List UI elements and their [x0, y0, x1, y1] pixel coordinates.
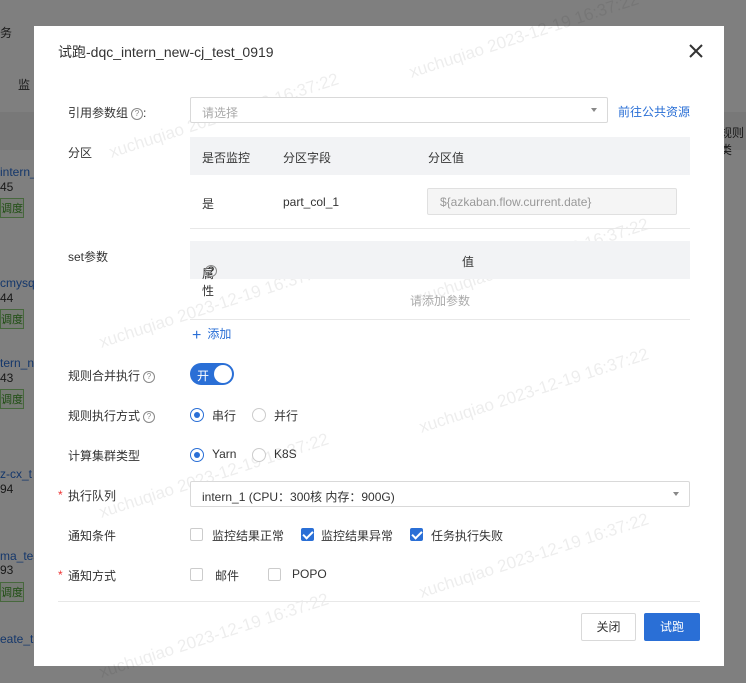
cluster-k8s-radio[interactable]	[252, 448, 266, 462]
set-params-table-divider	[190, 319, 690, 320]
watermark: xuchuqiao 2023-12-19 16:37:22	[416, 509, 651, 602]
merge-exec-toggle-text: 开	[197, 369, 210, 383]
partition-header-field: 分区字段	[283, 151, 332, 165]
queue-select[interactable]: intern_1 (CPU：300核 内存：900G)	[190, 481, 690, 507]
toggle-knob	[214, 365, 232, 383]
chevron-down-icon	[673, 492, 679, 496]
public-resource-link[interactable]: 前往公共资源	[618, 103, 690, 120]
required-marker: *	[58, 488, 63, 502]
merge-exec-label-text: 规则合并执行	[68, 369, 141, 383]
close-button[interactable]: 关闭	[581, 613, 636, 641]
cluster-yarn-radio[interactable]	[190, 448, 204, 462]
queue-label: 执行队列	[68, 489, 117, 503]
partition-value-input: ${azkaban.flow.current.date}	[427, 188, 677, 215]
notify-normal-label[interactable]: 监控结果正常	[212, 527, 284, 544]
set-params-label: set参数	[68, 250, 109, 264]
help-icon[interactable]: ?	[131, 108, 144, 120]
exec-mode-label: 规则执行方式?	[68, 407, 156, 424]
notify-normal-checkbox[interactable]	[190, 528, 203, 541]
plus-icon: +	[192, 327, 202, 344]
watermark: xuchuqiao 2023-12-19 16:37:22	[416, 344, 651, 437]
notify-method-label: 通知方式	[68, 569, 117, 583]
chevron-down-icon	[591, 108, 597, 112]
partition-header-monitor: 是否监控	[202, 151, 251, 165]
help-icon[interactable]: ?	[143, 371, 156, 383]
exec-mode-parallel-radio[interactable]	[252, 408, 266, 422]
partition-monitor-cell: 是	[202, 197, 215, 211]
required-marker: *	[58, 568, 63, 582]
set-params-header-value: 值	[462, 255, 475, 269]
help-icon[interactable]: ?	[205, 265, 217, 277]
notify-abnormal-label[interactable]: 监控结果异常	[321, 527, 393, 544]
partition-table-header: 是否监控 分区字段 分区值	[190, 137, 690, 175]
merge-exec-label: 规则合并执行?	[68, 367, 156, 384]
notify-popo-checkbox[interactable]	[268, 568, 281, 581]
notify-failed-label[interactable]: 任务执行失败	[431, 527, 503, 544]
merge-exec-toggle[interactable]: 开	[190, 363, 234, 385]
queue-value: intern_1 (CPU：300核 内存：900G)	[202, 490, 395, 504]
param-group-label-text: 引用参数组	[68, 106, 129, 120]
dialog-title: 试跑-dqc_intern_new-cj_test_0919	[58, 44, 274, 60]
partition-field-cell: part_col_1	[283, 195, 340, 209]
set-params-empty-text: 请添加参数	[410, 294, 471, 308]
close-icon[interactable]	[684, 39, 708, 63]
partition-value-text: ${azkaban.flow.current.date}	[440, 195, 592, 209]
exec-mode-parallel-label[interactable]: 并行	[274, 407, 298, 424]
trial-run-dialog: 试跑-dqc_intern_new-cj_test_0919 xuchuqiao…	[34, 0, 724, 682]
notify-failed-checkbox[interactable]	[410, 528, 423, 541]
watermark: xuchuqiao 2023-12-19 16:37:22	[96, 429, 331, 522]
notify-email-checkbox[interactable]	[190, 568, 203, 581]
partition-label: 分区	[68, 146, 93, 160]
param-group-colon: :	[143, 106, 147, 120]
param-group-label: 引用参数组?:	[68, 104, 146, 121]
footer-divider	[58, 601, 700, 602]
trial-run-button[interactable]: 试跑	[644, 613, 700, 641]
exec-mode-serial-radio[interactable]	[190, 408, 204, 422]
cluster-k8s-label[interactable]: K8S	[274, 447, 297, 461]
partition-table-divider	[190, 228, 690, 229]
exec-mode-label-text: 规则执行方式	[68, 409, 141, 423]
notify-email-label[interactable]: 邮件	[215, 567, 239, 584]
cluster-type-label: 计算集群类型	[68, 449, 141, 463]
watermark: xuchuqiao 2023-12-19 16:37:22	[96, 589, 331, 682]
help-icon[interactable]: ?	[143, 411, 156, 423]
notify-abnormal-checkbox[interactable]	[301, 528, 314, 541]
param-group-placeholder: 请选择	[202, 106, 239, 120]
exec-mode-serial-label[interactable]: 串行	[212, 407, 236, 424]
partition-header-value: 分区值	[428, 151, 465, 165]
notify-condition-label: 通知条件	[68, 529, 117, 543]
set-params-table-header: 属性? 值	[190, 241, 690, 298]
add-param-button[interactable]: + 添加	[192, 325, 231, 345]
add-param-label: 添加	[207, 327, 232, 341]
notify-popo-label[interactable]: POPO	[292, 567, 327, 581]
cluster-yarn-label[interactable]: Yarn	[212, 447, 236, 461]
param-group-select[interactable]: 请选择	[190, 97, 608, 123]
